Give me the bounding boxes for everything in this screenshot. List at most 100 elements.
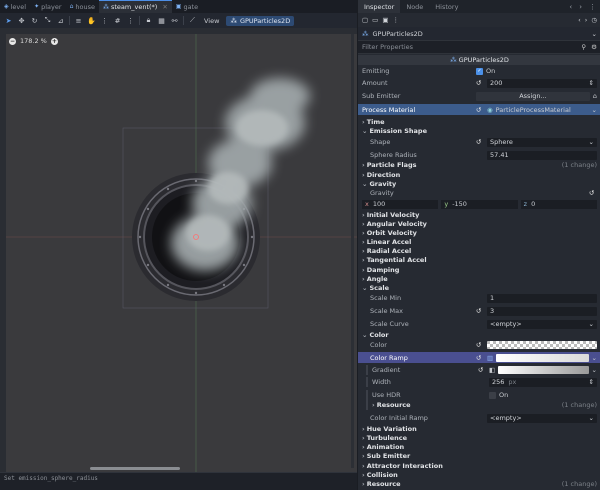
pin-icon[interactable]: ⟋	[188, 16, 197, 25]
select-tool-icon[interactable]: ➤	[4, 16, 13, 25]
emitting-checkbox[interactable]: ✓	[476, 67, 483, 75]
close-icon[interactable]: ✕	[162, 3, 167, 11]
shape-select[interactable]: Sphere ⌄	[487, 137, 597, 147]
revert-icon[interactable]: ↺	[476, 106, 484, 114]
ruler-tool-icon[interactable]: ⊿	[56, 16, 65, 25]
scale-min-field[interactable]: 1	[487, 293, 597, 303]
gradient-preview[interactable]	[498, 366, 589, 374]
scale-tool-icon[interactable]: ⤡	[43, 16, 52, 25]
section-resource[interactable]: Resource(1 change)	[358, 479, 600, 489]
scale-curve-select[interactable]: <empty> ⌄	[487, 319, 597, 329]
section-emission-shape[interactable]: Emission Shape	[358, 126, 600, 136]
section-particle-flags[interactable]: Particle Flags(1 change)	[358, 160, 600, 170]
stepper-icon[interactable]: ⇕	[589, 79, 594, 87]
player-icon: ✦	[34, 3, 40, 10]
new-resource-icon[interactable]: ▢	[362, 16, 368, 24]
tab-level[interactable]: ◈ level	[0, 0, 30, 13]
revert-icon[interactable]: ↺	[476, 307, 484, 315]
dock-tabs: Inspector Node History ‹ › ⋮	[358, 0, 600, 13]
pan-tool-icon[interactable]: ✋	[87, 16, 96, 25]
save-icon[interactable]: ▣	[382, 16, 388, 24]
chevron-down-icon[interactable]: ⌄	[592, 106, 597, 114]
rotate-tool-icon[interactable]: ↻	[30, 16, 39, 25]
gravity-vector: x 100 y -150 z0	[358, 199, 600, 209]
zoom-in-button[interactable]: +	[50, 37, 58, 45]
tab-inspector[interactable]: Inspector	[358, 0, 401, 13]
tab-house[interactable]: ⌂ house	[66, 0, 99, 13]
group-icon[interactable]: ▦	[157, 16, 166, 25]
process-material-value[interactable]: ParticleProcessMaterial	[496, 106, 571, 114]
scene-canvas	[0, 28, 357, 472]
zoom-out-button[interactable]: −	[9, 37, 16, 45]
property-scale-curve: Scale Curve <empty> ⌄	[358, 319, 600, 329]
use-hdr-checkbox[interactable]	[489, 391, 496, 399]
tab-player[interactable]: ✦ player	[30, 0, 65, 13]
scale-max-field[interactable]: 3	[487, 306, 597, 316]
clear-icon[interactable]: ⌂	[593, 92, 597, 100]
vertical-scrollbar[interactable]	[351, 34, 354, 468]
section-tangential-accel[interactable]: Tangential Accel	[358, 255, 600, 265]
width-field[interactable]: 256 px ⇕	[489, 377, 597, 387]
amount-field[interactable]: 200 ⇕	[487, 78, 597, 88]
chevron-down-icon: ⌄	[588, 320, 594, 328]
canvas-viewport[interactable]	[0, 28, 357, 472]
horizontal-scrollbar[interactable]	[90, 467, 180, 470]
gravity-z-field[interactable]: z0	[520, 199, 597, 209]
tab-history[interactable]: History	[429, 0, 464, 13]
gravity-y-field[interactable]: y -150	[441, 199, 518, 209]
grid-snap-icon[interactable]: #	[113, 16, 122, 25]
stepper-icon[interactable]: ⇕	[589, 378, 594, 386]
gravity-x-field[interactable]: x 100	[362, 199, 439, 209]
house-icon: ⌂	[69, 3, 74, 10]
chevron-down-icon: ⌄	[588, 414, 594, 422]
back-icon[interactable]: ‹	[569, 3, 572, 11]
revert-icon[interactable]: ↺	[589, 189, 597, 197]
snap-options-icon[interactable]: ⋮	[126, 16, 135, 25]
filter-properties-input[interactable]: Filter Properties ⚲ ⚙	[358, 40, 600, 54]
inspector-toolbar: ▢ ▭ ▣ ⋮ ‹ › ◷	[358, 13, 600, 27]
revert-icon[interactable]: ↺	[476, 341, 484, 349]
more-icon[interactable]: ⋮	[392, 16, 399, 24]
property-color-initial-ramp: Color Initial Ramp <empty> ⌄	[358, 413, 600, 423]
section-scale[interactable]: Scale	[358, 283, 600, 293]
property-scale-max: Scale Max ↺ 3	[358, 306, 600, 316]
node-menu-button[interactable]: ⁂ GPUParticles2D	[226, 15, 295, 26]
search-icon: ⚲	[581, 43, 587, 51]
object-path[interactable]: ⁂ GPUParticles2D ⌄	[358, 27, 600, 40]
zoom-level[interactable]: 178.2 %	[20, 37, 47, 45]
revert-icon[interactable]: ↺	[476, 79, 484, 87]
tab-gate[interactable]: ▣ gate	[172, 0, 202, 13]
revert-icon[interactable]: ↺	[476, 354, 484, 362]
chevron-down-icon[interactable]: ⌄	[592, 366, 597, 374]
section-resource-nested[interactable]: Resource(1 change)	[366, 400, 600, 410]
sphere-radius-field[interactable]: 57.41	[487, 150, 597, 160]
tab-node[interactable]: Node	[400, 0, 429, 13]
revert-icon[interactable]: ↺	[478, 366, 486, 374]
lock-icon[interactable]: 🔒︎	[144, 16, 153, 25]
output-panel: Set emission_sphere_radius	[0, 472, 357, 490]
revert-icon[interactable]: ↺	[476, 138, 484, 146]
section-color[interactable]: Color	[358, 330, 600, 340]
property-process-material[interactable]: Process Material ↺ ◉ ParticleProcessMateri…	[358, 104, 600, 115]
menu-icon[interactable]: ⋮	[589, 3, 596, 11]
canvas-toolbar: ➤ ✥ ↻ ⤡ ⊿ ≡ ✋ ⋮ # ⋮ 🔒︎ ▦ ⚯ ⟋ View ⁂ GPUPa…	[0, 13, 357, 28]
forward-icon[interactable]: ›	[579, 3, 582, 11]
history-back-icon[interactable]: ‹	[578, 16, 581, 24]
tab-steam-vent[interactable]: ⁂ steam_vent(*) ✕	[98, 0, 172, 13]
open-icon[interactable]: ▭	[372, 16, 378, 24]
history-forward-icon[interactable]: ›	[585, 16, 588, 24]
color-swatch[interactable]	[487, 341, 597, 349]
color-ramp-preview[interactable]	[496, 353, 589, 362]
chevron-down-icon[interactable]: ⌄	[592, 354, 597, 362]
object-history-icon[interactable]: ◷	[591, 16, 597, 24]
property-color-ramp[interactable]: Color Ramp ↺ ▥ ⌄	[358, 352, 600, 363]
smart-snap-icon[interactable]: ⋮	[100, 16, 109, 25]
bone-icon[interactable]: ⚯	[170, 16, 179, 25]
sub-emitter-assign-button[interactable]: Assign...	[476, 91, 590, 101]
view-menu[interactable]: View	[201, 17, 222, 25]
color-initial-ramp-select[interactable]: <empty> ⌄	[487, 413, 597, 423]
move-tool-icon[interactable]: ✥	[17, 16, 26, 25]
settings-icon[interactable]: ⚙	[591, 43, 597, 51]
list-select-icon[interactable]: ≡	[74, 16, 83, 25]
section-sub-emitter[interactable]: Sub Emitter	[358, 451, 600, 461]
